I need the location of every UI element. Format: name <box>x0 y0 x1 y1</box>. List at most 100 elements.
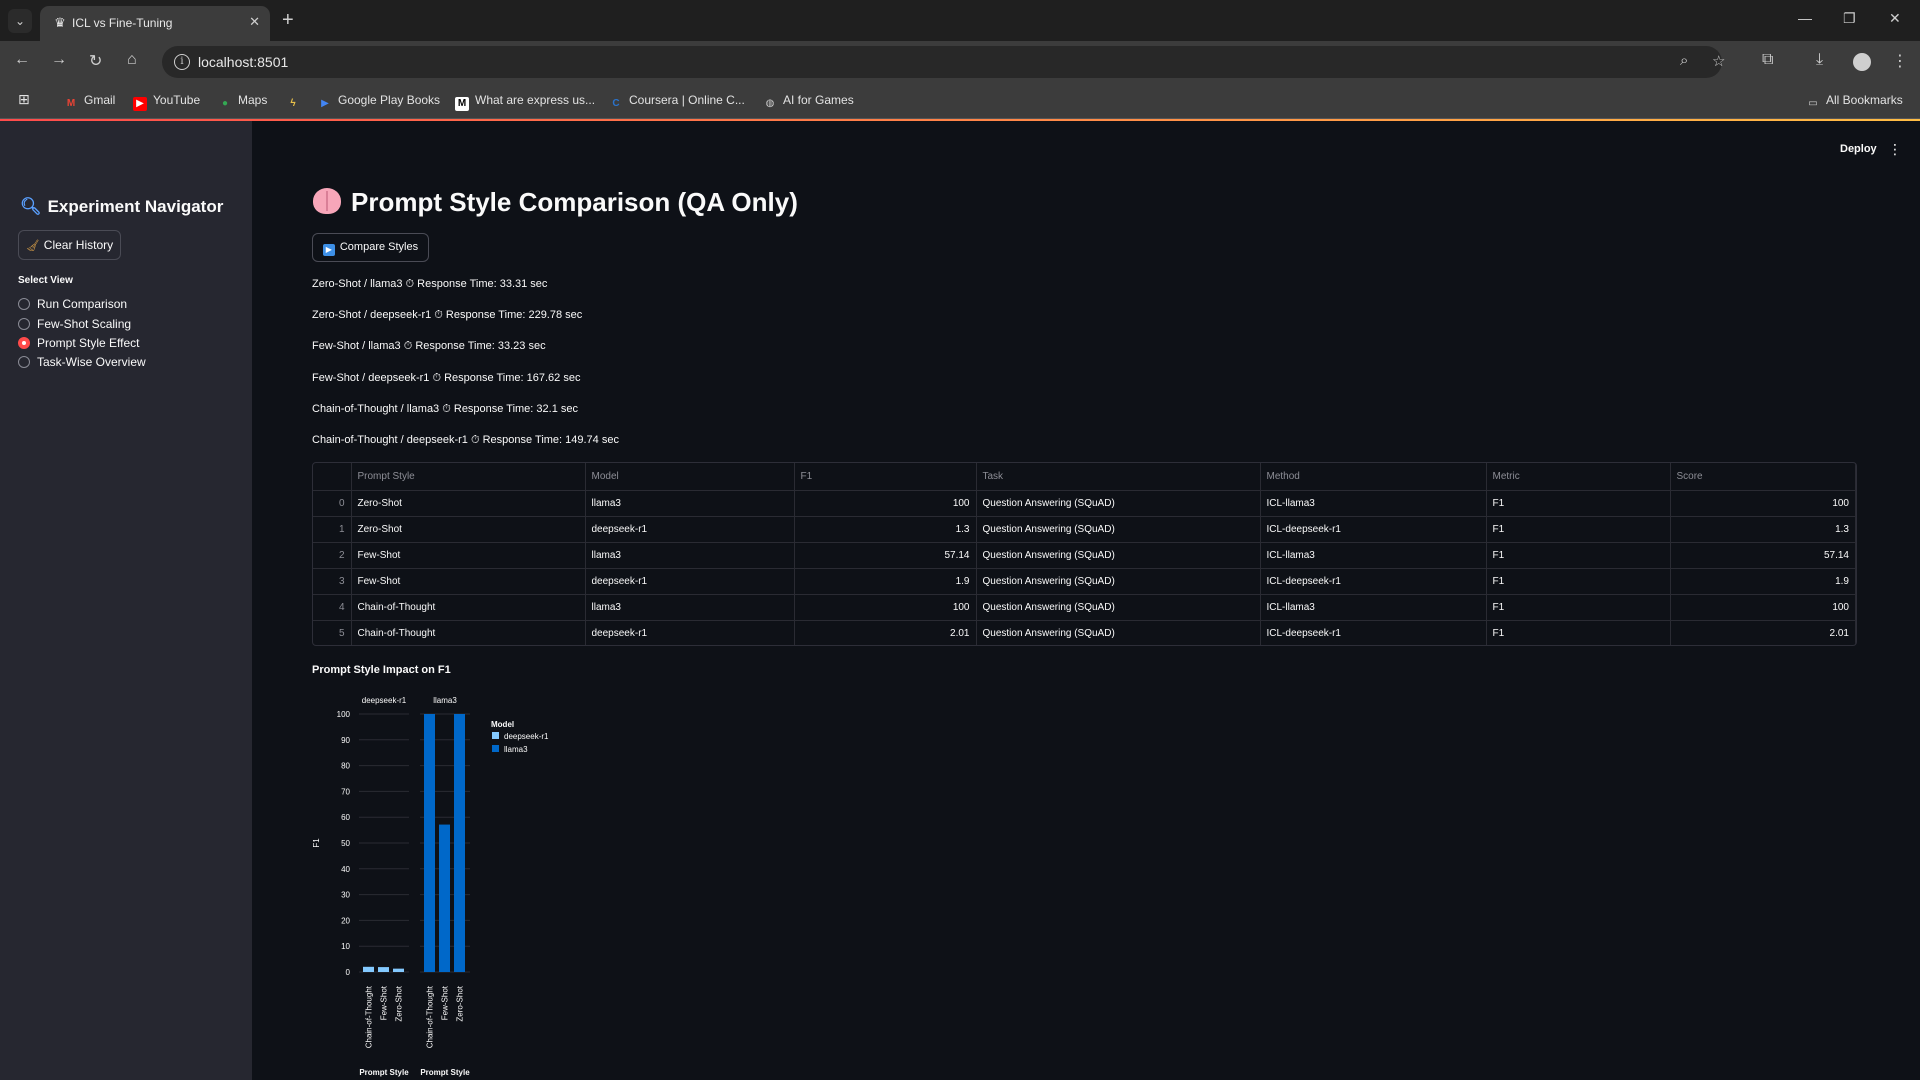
cell-task[interactable]: Question Answering (SQuAD) <box>976 620 1261 645</box>
minimize-icon[interactable]: — <box>1798 10 1812 26</box>
cell-index[interactable]: 4 <box>313 594 352 621</box>
cell-metric[interactable]: F1 <box>1486 594 1671 621</box>
cell-f1[interactable]: 100 <box>794 594 977 621</box>
cell-model[interactable]: deepseek-r1 <box>585 516 795 543</box>
reload-icon[interactable]: ↻ <box>89 51 102 71</box>
cell-task[interactable]: Question Answering (SQuAD) <box>976 516 1261 543</box>
column-header-score[interactable]: Score <box>1670 463 1856 491</box>
cell-prompt-style[interactable]: Chain-of-Thought <box>351 594 586 621</box>
table-row[interactable]: 0 Zero-Shot llama3 100 Question Answering (S… <box>313 490 1856 517</box>
tab-close-icon[interactable]: ✕ <box>249 14 260 30</box>
site-info-icon[interactable]: i <box>174 54 190 70</box>
cell-method[interactable]: ICL-deepseek-r1 <box>1260 568 1487 595</box>
cell-index[interactable]: 3 <box>313 568 352 595</box>
cell-method[interactable]: ICL-deepseek-r1 <box>1260 516 1487 543</box>
cell-model[interactable]: llama3 <box>585 490 795 517</box>
cell-score[interactable]: 2.01 <box>1670 620 1856 645</box>
cell-f1[interactable]: 2.01 <box>794 620 977 645</box>
url-text[interactable]: localhost:8501 <box>198 54 288 70</box>
bookmark-youtube[interactable]: ▶ YouTube <box>133 93 200 111</box>
home-icon[interactable]: ⌂ <box>127 51 137 69</box>
cell-method[interactable]: ICL-llama3 <box>1260 542 1487 569</box>
bookmark-express[interactable]: M What are express us... <box>455 93 595 111</box>
bookmark-gmail[interactable]: M Gmail <box>64 93 116 111</box>
table-row[interactable]: 4 Chain-of-Thought llama3 100 Question Answe… <box>313 594 1856 621</box>
bookmark-google-play-books[interactable]: ▶ Google Play Books <box>318 93 440 111</box>
cell-model[interactable]: deepseek-r1 <box>585 568 795 595</box>
cell-index[interactable]: 1 <box>313 516 352 543</box>
deploy-button[interactable]: Deploy <box>1840 143 1877 155</box>
cell-score[interactable]: 1.9 <box>1670 568 1856 595</box>
main-menu-icon[interactable]: ⋮ <box>1888 141 1902 158</box>
table-row[interactable]: 5 Chain-of-Thought deepseek-r1 2.01 Question… <box>313 620 1856 645</box>
window-close-icon[interactable]: ✕ <box>1889 10 1901 27</box>
cell-prompt-style[interactable]: Few-Shot <box>351 542 586 569</box>
cell-task[interactable]: Question Answering (SQuAD) <box>976 594 1261 621</box>
column-header-f1[interactable]: F1 <box>794 463 977 491</box>
profile-avatar[interactable] <box>1853 53 1871 71</box>
extensions-icon[interactable]: ⧉ <box>1762 51 1773 69</box>
new-tab-button[interactable]: + <box>282 9 294 31</box>
browser-tab[interactable]: ♛ ICL vs Fine-Tuning ✕ <box>40 6 270 41</box>
cell-score[interactable]: 100 <box>1670 490 1856 517</box>
cell-index[interactable]: 0 <box>313 490 352 517</box>
cell-metric[interactable]: F1 <box>1486 542 1671 569</box>
address-bar[interactable]: i localhost:8501 ⌕ ☆ <box>162 46 1725 78</box>
column-header-index[interactable] <box>313 463 352 491</box>
cell-task[interactable]: Question Answering (SQuAD) <box>976 490 1261 517</box>
zoom-icon[interactable]: ⌕ <box>1680 52 1688 69</box>
cell-model[interactable]: deepseek-r1 <box>585 620 795 645</box>
cell-metric[interactable]: F1 <box>1486 620 1671 645</box>
results-dataframe[interactable]: Prompt Style Model F1 Task Method Metric… <box>312 462 1857 646</box>
forward-icon[interactable]: → <box>51 51 67 69</box>
cell-score[interactable]: 100 <box>1670 594 1856 621</box>
radio-run-comparison[interactable]: Run Comparison <box>18 297 127 311</box>
cell-metric[interactable]: F1 <box>1486 516 1671 543</box>
table-row[interactable]: 1 Zero-Shot deepseek-r1 1.3 Question Answeri… <box>313 516 1856 543</box>
column-header-method[interactable]: Method <box>1260 463 1487 491</box>
radio-task-wise-overview[interactable]: Task-Wise Overview <box>18 355 146 369</box>
cell-prompt-style[interactable]: Zero-Shot <box>351 490 586 517</box>
cell-metric[interactable]: F1 <box>1486 490 1671 517</box>
cell-metric[interactable]: F1 <box>1486 568 1671 595</box>
cell-method[interactable]: ICL-llama3 <box>1260 594 1487 621</box>
bookmark-maps[interactable]: ● Maps <box>218 93 267 111</box>
cell-method[interactable]: ICL-llama3 <box>1260 490 1487 517</box>
radio-few-shot-scaling[interactable]: Few-Shot Scaling <box>18 317 131 331</box>
table-row[interactable]: 3 Few-Shot deepseek-r1 1.9 Question Answerin… <box>313 568 1856 595</box>
bookmark-unnamed[interactable]: ϟ <box>286 93 306 111</box>
compare-styles-button[interactable]: ▶ Compare Styles <box>312 233 429 262</box>
bookmark-coursera[interactable]: C Coursera | Online C... <box>609 93 744 111</box>
cell-method[interactable]: ICL-deepseek-r1 <box>1260 620 1487 645</box>
cell-score[interactable]: 1.3 <box>1670 516 1856 543</box>
cell-f1[interactable]: 1.9 <box>794 568 977 595</box>
cell-f1[interactable]: 100 <box>794 490 977 517</box>
column-header-metric[interactable]: Metric <box>1486 463 1671 491</box>
back-icon[interactable]: ← <box>14 51 30 69</box>
cell-score[interactable]: 57.14 <box>1670 542 1856 569</box>
cell-index[interactable]: 5 <box>313 620 352 645</box>
cell-model[interactable]: llama3 <box>585 542 795 569</box>
browser-menu-icon[interactable]: ⋮ <box>1892 51 1908 71</box>
cell-task[interactable]: Question Answering (SQuAD) <box>976 568 1261 595</box>
cell-f1[interactable]: 1.3 <box>794 516 977 543</box>
bookmark-ai-for-games[interactable]: ◍ AI for Games <box>763 93 854 111</box>
column-header-task[interactable]: Task <box>976 463 1261 491</box>
cell-prompt-style[interactable]: Chain-of-Thought <box>351 620 586 645</box>
column-header-prompt-style[interactable]: Prompt Style <box>351 463 586 491</box>
cell-index[interactable]: 2 <box>313 542 352 569</box>
cell-model[interactable]: llama3 <box>585 594 795 621</box>
tab-search-button[interactable]: ⌄ <box>8 9 32 33</box>
radio-prompt-style-effect[interactable]: Prompt Style Effect <box>18 336 140 350</box>
all-bookmarks[interactable]: ▭ All Bookmarks <box>1806 93 1902 111</box>
cell-f1[interactable]: 57.14 <box>794 542 977 569</box>
cell-prompt-style[interactable]: Few-Shot <box>351 568 586 595</box>
download-icon[interactable]: ⤓ <box>1816 51 1823 69</box>
apps-grid-icon[interactable]: ⊞ <box>18 91 30 108</box>
clear-history-button[interactable]: 🧹︎ Clear History <box>18 230 121 260</box>
column-header-model[interactable]: Model <box>585 463 795 491</box>
cell-prompt-style[interactable]: Zero-Shot <box>351 516 586 543</box>
table-row[interactable]: 2 Few-Shot llama3 57.14 Question Answering (… <box>313 542 1856 569</box>
bookmark-star-icon[interactable]: ☆ <box>1712 52 1725 70</box>
cell-task[interactable]: Question Answering (SQuAD) <box>976 542 1261 569</box>
